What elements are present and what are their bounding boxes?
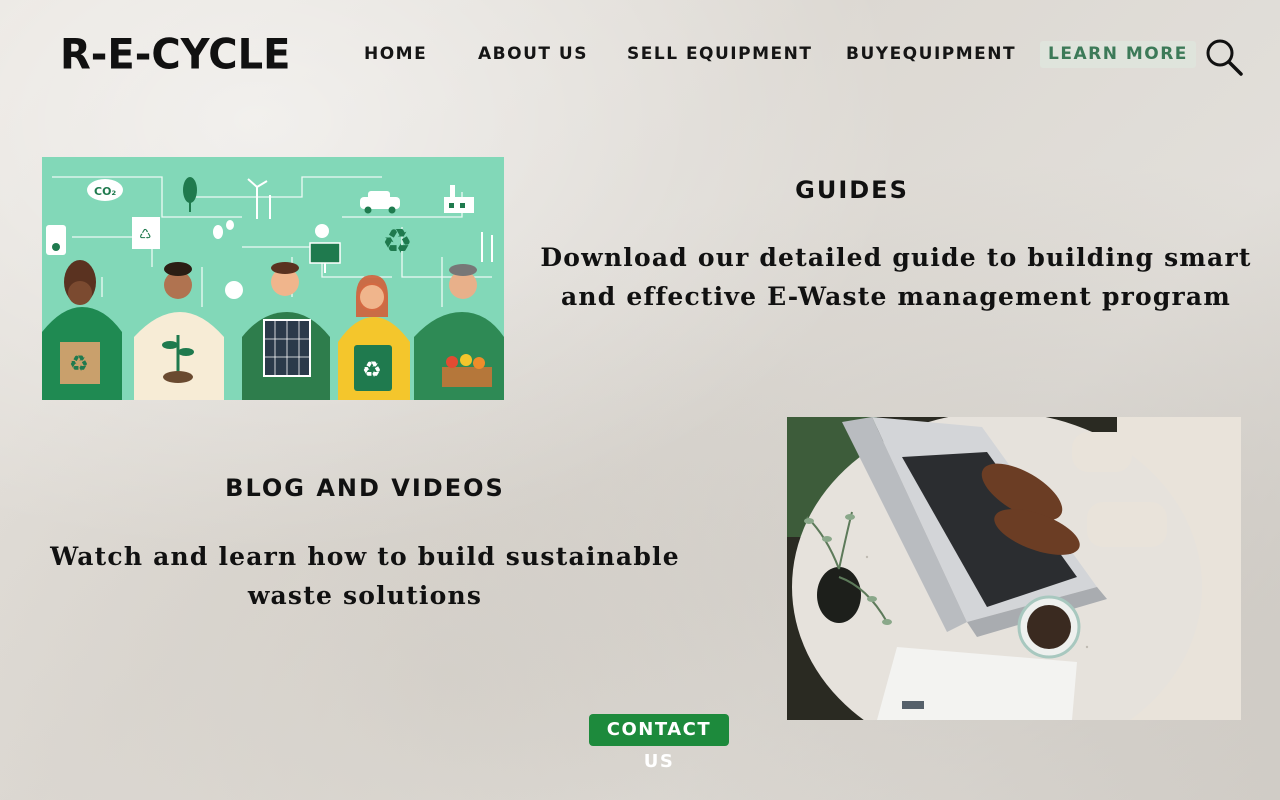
blog-videos-heading: BLOG AND VIDEOS	[225, 474, 505, 502]
site-logo[interactable]: R-E-CYCLE	[60, 31, 290, 79]
nav-about-us[interactable]: ABOUT US	[478, 44, 588, 64]
guides-description-line-1: Download our detailed guide to building …	[540, 243, 1252, 272]
svg-text:♻: ♻	[362, 358, 382, 383]
guides-illustration: CO₂ ♺ ♻ ♻ ♻	[42, 157, 504, 400]
co2-label: CO₂	[94, 185, 116, 198]
contact-us-button[interactable]: CONTACT US	[589, 714, 729, 772]
recycle-arrows-icon: ♻	[382, 222, 412, 262]
nav-sell-equipment[interactable]: SELL EQUIPMENT	[627, 44, 812, 64]
co2-cloud-icon: CO₂	[87, 179, 123, 201]
blog-videos-description-line-2: waste solutions	[247, 581, 483, 610]
nav-buy-equipment[interactable]: BUYEQUIPMENT	[846, 44, 1016, 64]
svg-text:♻: ♻	[69, 352, 89, 377]
laptop-photo	[787, 417, 1241, 720]
recycle-box-icon: ♺	[132, 217, 160, 249]
search-icon	[1206, 39, 1243, 76]
coffee-cup-icon	[1017, 595, 1081, 659]
svg-text:♺: ♺	[139, 227, 152, 243]
blog-videos-description: Watch and learn how to build sustainable…	[20, 537, 710, 615]
blog-videos-description-line-1: Watch and learn how to build sustainable	[50, 542, 680, 571]
nav-learn-more[interactable]: LEARN MORE	[1040, 41, 1196, 68]
guides-description: Download our detailed guide to building …	[536, 238, 1256, 316]
guides-heading: GUIDES	[795, 176, 909, 204]
search-button[interactable]	[1204, 37, 1244, 77]
sun-icon	[315, 224, 329, 238]
nav-home[interactable]: HOME	[364, 44, 427, 64]
guides-description-line-2: and effective E-Waste management program	[561, 282, 1231, 311]
tag-icon	[46, 225, 66, 255]
